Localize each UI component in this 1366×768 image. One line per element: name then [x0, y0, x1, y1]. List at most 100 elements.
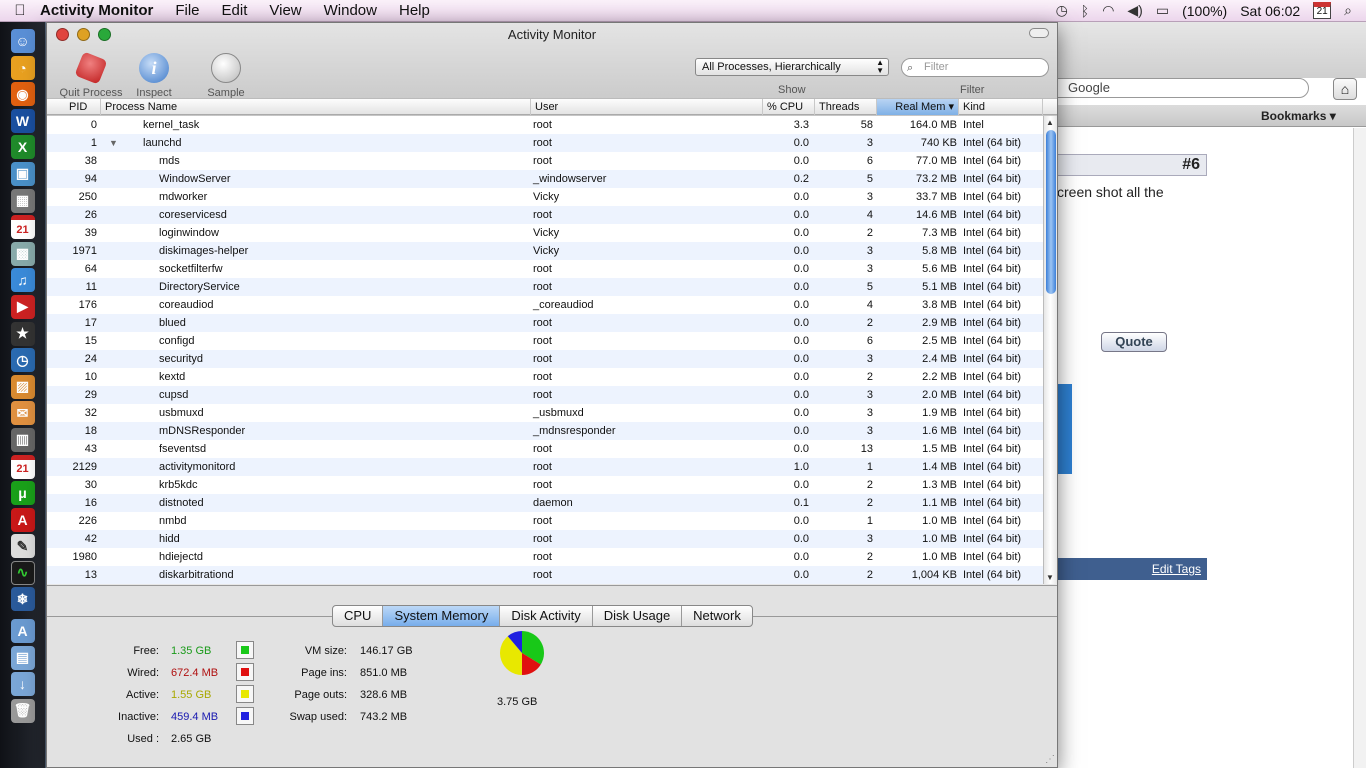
word-icon[interactable]: W — [10, 108, 35, 133]
table-row[interactable]: 39 loginwindow Vicky 0.0 2 7.3 MB Intel (64 bi… — [47, 224, 1043, 242]
tab-disk-activity[interactable]: Disk Activity — [500, 606, 593, 626]
clock-app-icon[interactable]: ◔ — [10, 55, 35, 80]
iphoto-icon[interactable]: ▨ — [10, 374, 35, 399]
clock[interactable]: Sat 06:02 — [1240, 3, 1300, 19]
virtualbox-icon[interactable]: ▣ — [10, 161, 35, 186]
column-cpu[interactable]: % CPU — [763, 99, 815, 115]
table-row[interactable]: 64 socketfilterfw root 0.0 3 5.6 MB Intel (64 … — [47, 260, 1043, 278]
documents-folder-icon[interactable]: ▤ — [10, 645, 35, 670]
active-color-swatch[interactable] — [236, 685, 254, 703]
utorrent-icon[interactable]: μ — [10, 481, 35, 506]
calendar-dock-icon[interactable]: 21 — [10, 454, 35, 479]
scroll-down-icon[interactable]: ▼ — [1046, 573, 1054, 582]
volume-icon[interactable]: ◀) — [1127, 2, 1142, 19]
table-row[interactable]: 38 mds root 0.0 6 77.0 MB Intel (64 bit) — [47, 152, 1043, 170]
snowflake-icon[interactable]: ❄ — [10, 587, 35, 612]
itunes-icon[interactable]: ♫ — [10, 268, 35, 293]
menu-edit[interactable]: Edit — [222, 2, 248, 19]
menu-help[interactable]: Help — [399, 2, 430, 19]
inspect-button[interactable]: i Inspect — [119, 53, 189, 99]
finder-icon[interactable]: ☺ — [10, 29, 35, 53]
activity-monitor-icon[interactable]: ∿ — [10, 560, 35, 585]
address-book-icon[interactable]: ✉ — [10, 401, 35, 426]
table-row[interactable]: 1980 hdiejectd root 0.0 2 1.0 MB Intel (64 bit… — [47, 548, 1043, 566]
ical-icon[interactable]: 21 — [10, 215, 35, 240]
disclosure-triangle-icon[interactable]: ▼ — [109, 134, 118, 152]
inactive-color-swatch[interactable] — [236, 707, 254, 725]
table-row[interactable]: 18 mDNSResponder _mdnsresponder 0.0 3 1.6 MB I… — [47, 422, 1043, 440]
column-process-name[interactable]: Process Name — [101, 99, 531, 115]
column-user[interactable]: User — [531, 99, 763, 115]
bluetooth-icon[interactable]: ᛒ — [1081, 3, 1089, 19]
scroll-thumb[interactable] — [1046, 130, 1056, 294]
table-row[interactable]: 32 usbmuxd _usbmuxd 0.0 3 1.9 MB Intel (64 bit… — [47, 404, 1043, 422]
photo-app-icon[interactable]: ▩ — [10, 241, 35, 266]
battery-percent[interactable]: (100%) — [1182, 3, 1227, 19]
quit-process-button[interactable]: Quit Process — [56, 51, 126, 99]
tab-system-memory[interactable]: System Memory — [383, 606, 501, 626]
column-pid[interactable]: PID — [47, 99, 101, 115]
menu-view[interactable]: View — [269, 2, 301, 19]
table-row[interactable]: 226 nmbd root 0.0 1 1.0 MB Intel (64 bit) — [47, 512, 1043, 530]
process-table-scrollbar[interactable]: ▲ ▼ — [1043, 116, 1057, 584]
table-row[interactable]: 11 DirectoryService root 0.0 5 5.1 MB Intel (6… — [47, 278, 1043, 296]
downloads-folder-icon[interactable]: ↓ — [10, 672, 35, 697]
excel-icon[interactable]: X — [10, 135, 35, 160]
bookmarks-menu[interactable]: Bookmarks ▾ — [1057, 105, 1366, 127]
quote-button[interactable]: Quote — [1101, 332, 1167, 352]
movie-app-icon[interactable]: ▶ — [10, 294, 35, 319]
app-menu[interactable]: Activity Monitor — [40, 2, 153, 19]
calendar-icon[interactable]: 21 — [1313, 2, 1332, 19]
free-color-swatch[interactable] — [236, 641, 254, 659]
tab-disk-usage[interactable]: Disk Usage — [593, 606, 683, 626]
column-kind[interactable]: Kind — [959, 99, 1043, 115]
apple-menu-icon[interactable]:  — [0, 2, 40, 19]
toolbar-toggle-button[interactable] — [1029, 28, 1049, 38]
table-row[interactable]: 24 securityd root 0.0 3 2.4 MB Intel (64 bit) — [47, 350, 1043, 368]
acrobat-icon[interactable]: A — [10, 507, 35, 532]
table-row[interactable]: 13 diskarbitrationd root 0.0 2 1,004 KB Intel … — [47, 566, 1043, 584]
edit-tags-link[interactable]: Edit Tags — [1057, 558, 1207, 580]
table-row[interactable]: 10 kextd root 0.0 2 2.2 MB Intel (64 bit) — [47, 368, 1043, 386]
table-row[interactable]: 30 krb5kdc root 0.0 2 1.3 MB Intel (64 bit) — [47, 476, 1043, 494]
resize-grip-icon[interactable]: ⋰ — [1045, 754, 1055, 765]
table-row[interactable]: 15 configd root 0.0 6 2.5 MB Intel (64 bit) — [47, 332, 1043, 350]
column-real-mem[interactable]: Real Mem ▾ — [877, 99, 959, 115]
table-row[interactable]: 16 distnoted daemon 0.1 2 1.1 MB Intel (64 bit… — [47, 494, 1043, 512]
table-row[interactable]: 29 cupsd root 0.0 3 2.0 MB Intel (64 bit) — [47, 386, 1043, 404]
table-row[interactable]: 17 blued root 0.0 2 2.9 MB Intel (64 bit) — [47, 314, 1043, 332]
utility-icon[interactable]: ▦ — [10, 188, 35, 213]
time-machine-dock-icon[interactable]: ◷ — [10, 348, 35, 373]
tab-network[interactable]: Network — [682, 606, 752, 626]
table-row[interactable]: 94 WindowServer _windowserver 0.2 5 73.2 MB In… — [47, 170, 1043, 188]
applications-folder-icon[interactable]: A — [10, 619, 35, 644]
menu-file[interactable]: File — [175, 2, 199, 19]
show-processes-select[interactable]: All Processes, Hierarchically ▲ ▼ — [695, 58, 889, 76]
time-machine-icon[interactable]: ◷ — [1056, 2, 1068, 19]
table-row[interactable]: 176 coreaudiod _coreaudiod 0.0 4 3.8 MB Intel … — [47, 296, 1043, 314]
table-row[interactable]: 42 hidd root 0.0 3 1.0 MB Intel (64 bit) — [47, 530, 1043, 548]
tab-cpu[interactable]: CPU — [333, 606, 384, 626]
table-row[interactable]: 1971 diskimages-helper Vicky 0.0 3 5.8 MB Inte… — [47, 242, 1043, 260]
column-threads[interactable]: Threads — [815, 99, 877, 115]
table-row[interactable]: 1 launchd root 0.0 3 740 KB Intel (64 bit) ▼ — [47, 134, 1043, 152]
textedit-icon[interactable]: ✎ — [10, 534, 35, 559]
firefox-icon[interactable]: ◉ — [10, 82, 35, 107]
spotlight-search-icon[interactable]: ⌕ — [1344, 2, 1352, 19]
home-icon[interactable]: ⌂ — [1333, 78, 1357, 100]
browser-scrollbar[interactable] — [1353, 128, 1366, 768]
bookmarks-label[interactable]: Bookmarks — [1261, 109, 1326, 123]
scroll-up-icon[interactable]: ▲ — [1046, 118, 1054, 127]
table-row[interactable]: 250 mdworker Vicky 0.0 3 33.7 MB Intel (64 bit… — [47, 188, 1043, 206]
table-row[interactable]: 26 coreservicesd root 0.0 4 14.6 MB Intel (64 … — [47, 206, 1043, 224]
table-row[interactable]: 0 kernel_task root 3.3 58 164.0 MB Intel — [47, 116, 1043, 134]
battery-icon[interactable]: ▭ — [1156, 2, 1169, 19]
wifi-icon[interactable]: ◠ — [1102, 2, 1114, 19]
trash-icon[interactable]: 🗑 — [10, 698, 35, 723]
table-row[interactable]: 43 fseventsd root 0.0 13 1.5 MB Intel (64 bit) — [47, 440, 1043, 458]
table-row[interactable]: 2129 activitymonitord root 1.0 1 1.4 MB Intel … — [47, 458, 1043, 476]
menu-window[interactable]: Window — [324, 2, 377, 19]
star-app-icon[interactable]: ★ — [10, 321, 35, 346]
trash-app-icon[interactable]: ▥ — [10, 427, 35, 452]
wired-color-swatch[interactable] — [236, 663, 254, 681]
